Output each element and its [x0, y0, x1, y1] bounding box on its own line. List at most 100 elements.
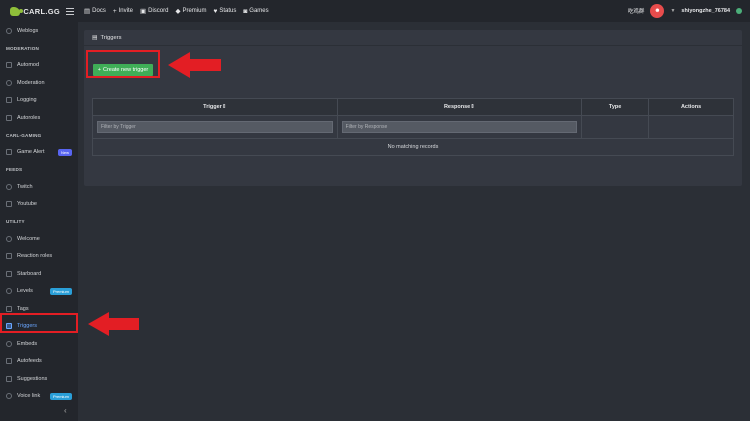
sidebar-section-carl-gaming: CARL-GAMING — [6, 132, 42, 138]
sidebar-section-feeds: FEEDS — [6, 167, 23, 172]
sidebar-item-label: Starboard — [17, 270, 42, 277]
table-header-row: Trigger⇕ Response⇕ Type Actions — [92, 98, 734, 116]
weblogs-icon — [6, 27, 12, 34]
plus-icon: + — [112, 7, 117, 15]
server-dropdown-chevron-icon[interactable]: ▼ — [670, 8, 675, 14]
sidebar-item-autofeeds[interactable]: Autofeeds — [0, 353, 78, 371]
sidebar-item-reaction-roles[interactable]: Reaction roles — [0, 248, 78, 266]
sidebar-item-label: Autoroles — [17, 114, 41, 121]
badge-premium: Premium — [49, 287, 72, 295]
youtube-icon — [6, 201, 12, 208]
red-arrow-icon — [168, 52, 221, 78]
sidebar-item-label: Welcome — [17, 235, 40, 242]
logo-text: CARL.GG — [23, 6, 60, 16]
sidebar-item-label: Automod — [17, 62, 40, 69]
suggestions-icon — [6, 375, 12, 382]
nav-invite-link[interactable]: + Invite — [113, 8, 133, 15]
nav-docs-link[interactable]: ▤ Docs — [84, 7, 106, 15]
autoroles-icon — [6, 114, 12, 121]
menu-toggle-icon[interactable] — [66, 7, 80, 15]
sidebar-item-starboard[interactable]: Starboard — [0, 265, 78, 283]
voice-link-icon — [6, 393, 12, 400]
collapse-sidebar-chevron-icon[interactable]: ‹ — [64, 406, 67, 415]
red-arrow-icon — [88, 312, 139, 336]
sidebar-item-label: Twitch — [17, 183, 33, 190]
sidebar-item-label: Game Alert — [17, 149, 45, 156]
sidebar-item-suggestions[interactable]: Suggestions — [0, 370, 78, 388]
sidebar-item-twitch[interactable]: Twitch — [0, 178, 78, 196]
embeds-icon — [6, 340, 12, 347]
sort-icon: ⇕ — [221, 104, 227, 110]
badge-premium: Premium — [49, 392, 72, 400]
sort-icon: ⇕ — [470, 104, 475, 110]
filter-response-input[interactable] — [341, 121, 578, 133]
sidebar-item-welcome[interactable]: Welcome — [0, 230, 78, 248]
sidebar-item-label: Autofeeds — [17, 358, 42, 365]
sidebar-item-logging[interactable]: Logging — [0, 92, 78, 110]
username[interactable]: shiyongzhe_76784 — [681, 8, 730, 14]
moderation-icon — [6, 79, 12, 86]
doc-icon: ▤ — [84, 8, 91, 15]
header-response[interactable]: Response⇕ — [336, 98, 583, 116]
sidebar-item-voice-link[interactable]: Voice link Premium — [0, 388, 78, 406]
sidebar-item-levels[interactable]: Levels Premium — [0, 283, 78, 301]
topbar-right: 吃鸡群 ☻ ▼ shiyongzhe_76784 — [628, 0, 742, 22]
welcome-icon — [6, 235, 12, 242]
sidebar: Weblogs MODERATION Automod Moderation Loggin… — [0, 22, 78, 421]
logging-icon — [6, 97, 12, 104]
header-type: Type — [581, 98, 650, 116]
sidebar-item-weblogs[interactable]: Weblogs — [0, 22, 78, 40]
twitch-icon — [6, 183, 12, 190]
header-trigger[interactable]: Trigger⇕ — [92, 98, 338, 116]
empty-row: No matching records — [92, 138, 734, 156]
triggers-table: Trigger⇕ Response⇕ Type Actions No match… — [92, 98, 734, 156]
main-content: ▤ Triggers + Create new trigger Trigger⇕… — [78, 22, 750, 421]
logo[interactable]: CARL.GG — [0, 6, 60, 16]
nav-games-link[interactable]: ◙ Games — [243, 8, 268, 15]
nav-premium-link[interactable]: ◆ Premium — [175, 7, 206, 15]
sidebar-item-youtube[interactable]: Youtube — [0, 196, 78, 214]
reaction-roles-icon — [6, 253, 12, 260]
sidebar-item-label: Voice link — [17, 393, 41, 400]
autofeeds-icon — [6, 358, 12, 365]
nav-discord-link[interactable]: ▣ Discord — [140, 7, 169, 15]
sidebar-item-label: Weblogs — [17, 27, 39, 34]
sidebar-item-game-alert[interactable]: Game Alert New — [0, 144, 78, 162]
header-actions: Actions — [648, 98, 734, 116]
nav-status-link[interactable]: ♥ Status — [213, 8, 236, 15]
user-avatar[interactable] — [736, 8, 742, 14]
server-avatar[interactable]: ☻ — [650, 4, 665, 18]
sidebar-item-embeds[interactable]: Embeds — [0, 335, 78, 353]
sidebar-item-label: Youtube — [17, 201, 37, 208]
sidebar-item-label: Suggestions — [17, 375, 48, 382]
sidebar-item-label: Logging — [17, 97, 37, 104]
sidebar-item-autoroles[interactable]: Autoroles — [0, 109, 78, 127]
game-alert-icon — [6, 149, 12, 156]
sidebar-section-moderation: MODERATION — [6, 45, 40, 51]
sidebar-item-label: Levels — [17, 288, 33, 295]
app-root: CARL.GG ▤ Docs + Invite ▣ Discord ◆ Premium … — [0, 0, 750, 421]
highlight-box-create — [86, 50, 160, 78]
filter-trigger-input[interactable] — [97, 121, 333, 133]
badge-new: New — [57, 148, 72, 156]
starboard-icon — [6, 270, 12, 277]
no-records-message: No matching records — [92, 138, 734, 156]
filter-row — [92, 115, 734, 139]
levels-icon — [6, 288, 12, 295]
panel-title: Triggers — [100, 34, 122, 41]
server-name: 吃鸡群 — [627, 9, 645, 15]
tags-icon — [6, 305, 12, 312]
discord-icon: ☻ — [654, 8, 661, 14]
gamepad-icon: ◙ — [243, 7, 248, 15]
sidebar-section-utility: UTILITY — [6, 219, 25, 224]
top-nav-links: ▤ Docs + Invite ▣ Discord ◆ Premium ♥ Status … — [84, 7, 269, 16]
highlight-box-triggers — [0, 313, 78, 333]
top-navbar: CARL.GG ▤ Docs + Invite ▣ Discord ◆ Premium … — [0, 0, 750, 22]
discord-icon: ▣ — [139, 8, 147, 15]
carl-logo-icon — [10, 6, 24, 16]
sidebar-item-automod[interactable]: Automod — [0, 57, 78, 75]
sidebar-item-moderation[interactable]: Moderation — [0, 74, 78, 92]
triggers-icon: ▤ — [92, 34, 98, 41]
panel-header: ▤ Triggers — [84, 30, 742, 46]
sidebar-item-label: Tags — [17, 305, 29, 312]
